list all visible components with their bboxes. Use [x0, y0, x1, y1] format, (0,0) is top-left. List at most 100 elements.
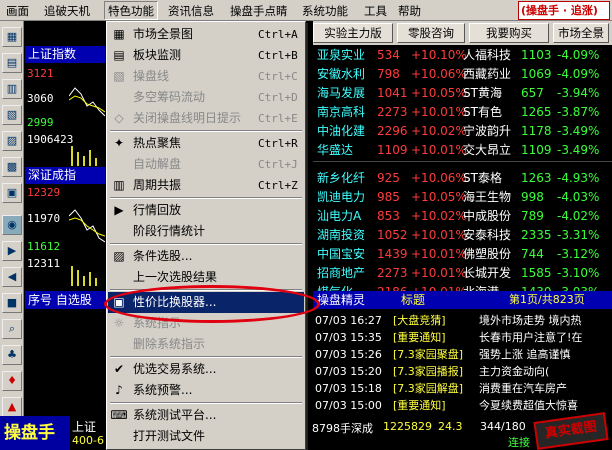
menu-item-shortcut: Ctrl+A: [258, 28, 298, 41]
chart-icon[interactable]: ▤: [2, 53, 22, 73]
main-force-button[interactable]: 实验主力版: [313, 23, 393, 43]
menu-features[interactable]: 特色功能: [104, 1, 158, 20]
menu-item[interactable]: ▦ 市场全景图 Ctrl+A: [108, 24, 304, 45]
menu-item[interactable]: ▤ 板块监测 Ctrl+B: [108, 45, 304, 66]
stock-price: 1439: [377, 247, 408, 261]
menu-item[interactable]: ▣ 性价比换股器...: [108, 292, 304, 313]
features-dropdown-menu: ▦ 市场全景图 Ctrl+A ▤ 板块监测 Ctrl+B ▧ 操盘线 Ctrl+C 多空筹码流动 C…: [106, 21, 306, 450]
table-row[interactable]: 湖南投资 1052 +10.01% 安泰科技 2335 -3.31%: [313, 226, 612, 244]
menu-item-label: 多空筹码流动: [133, 90, 206, 104]
zero-consult-button[interactable]: 零股咨询: [397, 23, 465, 43]
news-item[interactable]: 07/03 15:00 [重要通知] 今夏续费超值大惊喜: [313, 398, 612, 413]
market-button[interactable]: 市场全景: [553, 23, 609, 43]
bar-icon[interactable]: ▧: [2, 105, 22, 125]
play-icon[interactable]: ▶: [2, 241, 22, 261]
news-text: 境外市场走势 境内热: [479, 314, 582, 327]
circle-icon[interactable]: ◉: [2, 215, 22, 235]
alarm-icon[interactable]: ♦: [2, 371, 22, 391]
menu-item[interactable]: ✦ 热点聚焦 Ctrl+R: [108, 133, 304, 154]
menu-item-icon: ▧: [113, 69, 125, 83]
menu-item[interactable]: ♪ 系统预警...: [108, 380, 304, 401]
stock-name: 新乡化纤: [317, 171, 366, 185]
tree-icon[interactable]: ♣: [2, 345, 22, 365]
menu-item[interactable]: 打开测试文件: [108, 426, 304, 447]
table-row[interactable]: 招商地产 2273 +10.01% 长城开发 1585 -3.10%: [313, 264, 612, 282]
stock-name: ST黄海: [463, 86, 502, 100]
news-item[interactable]: 07/03 15:20 [7.3家园播报] 主力资金动向(: [313, 364, 612, 379]
menu-item-label: 系统指示: [133, 316, 182, 330]
news-item[interactable]: 07/03 16:27 [大盘竞猜] 境外市场走势 境内热: [313, 313, 612, 328]
connect-status[interactable]: 连接: [508, 434, 530, 450]
index-title-sh[interactable]: 上证指数: [25, 46, 105, 63]
buy-button[interactable]: 我要购买: [469, 23, 549, 43]
triangle-icon[interactable]: ▲: [2, 397, 22, 417]
table-row[interactable]: 亚泉实业 534 +10.10% 人福科技 1103 -4.09%: [313, 46, 612, 64]
menu-item: ▧ 操盘线 Ctrl+C: [108, 66, 304, 87]
table-row[interactable]: 安徽水利 798 +10.06% 西藏药业 1069 -4.09%: [313, 65, 612, 83]
table-row[interactable]: 汕电力A 853 +10.02% 中成股份 789 -4.02%: [313, 207, 612, 225]
volume-icon[interactable]: ▣: [2, 183, 22, 203]
stock-change: +10.10%: [411, 48, 467, 62]
stock-name: 亚泉实业: [317, 48, 366, 62]
menu-dianjing[interactable]: 操盘手点睛: [230, 3, 288, 19]
news-item[interactable]: 07/03 15:18 [7.3家园解盘] 消费重在汽车房产: [313, 381, 612, 396]
menu-screen[interactable]: 画面: [6, 3, 29, 19]
menu-item[interactable]: ▶ 行情回放: [108, 200, 304, 221]
table-row[interactable]: 南京高科 2273 +10.01% ST有色 1265 -3.87%: [313, 103, 612, 121]
stock-name: 佛塑股份: [463, 247, 512, 261]
stock-change: -4.02%: [557, 209, 600, 223]
news-item[interactable]: 07/03 15:26 [7.3家园聚盘] 强势上涨 追高谨慎: [313, 347, 612, 362]
menu-item[interactable]: ▨ 条件选股...: [108, 246, 304, 267]
table-row[interactable]: 中油化建 2296 +10.02% 宁波韵升 1178 -3.49%: [313, 122, 612, 140]
menu-system[interactable]: 系统功能: [302, 3, 348, 19]
table-row[interactable]: 中国宝安 1439 +10.01% 佛塑股份 744 -3.12%: [313, 245, 612, 263]
left-toolbar: ▦ ▤ ▥ ▧ ▨ ▩ ▣ ◉ ▶ ◀ ■ ⌕ ♣ ♦ ▲: [0, 21, 24, 421]
menu-item: ☼ 系统指示: [108, 313, 304, 334]
candle-icon[interactable]: ▥: [2, 79, 22, 99]
menu-item-label: 周期共振: [133, 178, 182, 192]
stop-icon[interactable]: ■: [2, 293, 22, 313]
table-row[interactable]: 凯迪电力 985 +10.05% 海王生物 998 -4.03%: [313, 188, 612, 206]
table-icon[interactable]: ▩: [2, 157, 22, 177]
stock-name: 湖南投资: [317, 228, 366, 242]
table-row[interactable]: 华盛达 1109 +10.01% 交大昂立 1109 -3.49%: [313, 141, 612, 159]
menu-item[interactable]: 上一次选股结果: [108, 267, 304, 288]
menu-news[interactable]: 资讯信息: [168, 3, 214, 19]
menu-tools[interactable]: 工具: [364, 3, 387, 19]
menu-item-label: 删除系统指示: [133, 337, 206, 351]
sprite-header: 操盘精灵 标题 第1页/共823页: [313, 291, 612, 309]
grid-icon[interactable]: ▦: [2, 27, 22, 47]
menu-item[interactable]: ▥ 周期共振 Ctrl+Z: [108, 175, 304, 196]
index-title-sz[interactable]: 深证成指: [25, 167, 105, 184]
index-value: 11612: [27, 240, 61, 253]
stock-name: ST有色: [463, 105, 502, 119]
stock-price: 1265: [521, 105, 552, 119]
stock-change: +10.06%: [411, 67, 467, 81]
search-icon[interactable]: ⌕: [2, 319, 22, 339]
sprite-title: 操盘精灵: [317, 293, 366, 307]
menu-item[interactable]: ⌨ 系统测试平台...: [108, 405, 304, 426]
menu-zhuipo[interactable]: 追破天机: [44, 3, 90, 19]
menu-item-shortcut: Ctrl+E: [258, 112, 298, 125]
news-tag: [7.3家园聚盘]: [393, 348, 464, 361]
menu-item-icon: ▶: [114, 203, 124, 217]
menu-item-label: 热点聚焦: [133, 136, 182, 150]
trend-icon[interactable]: ▨: [2, 131, 22, 151]
table-row[interactable]: 海马发展 1041 +10.05% ST黄海 657 -3.94%: [313, 84, 612, 102]
menu-separator: [110, 289, 302, 291]
news-item[interactable]: 07/03 15:35 [重要通知] 长春市用户注意了!在: [313, 330, 612, 345]
stock-change: +10.05%: [411, 86, 467, 100]
stock-change: -4.03%: [557, 190, 600, 204]
menu-item[interactable]: ✔ 优选交易系统...: [108, 359, 304, 380]
stock-name: 交大昂立: [463, 143, 512, 157]
back-icon[interactable]: ◀: [2, 267, 22, 287]
menu-item-icon: [110, 89, 128, 106]
menu-item[interactable]: 阶段行情统计: [108, 221, 304, 242]
stock-price: 789: [521, 209, 544, 223]
stock-price: 1109: [521, 143, 552, 157]
stock-price: 2296: [377, 124, 408, 138]
menu-item-icon: ✔: [113, 362, 125, 376]
table-row[interactable]: 新乡化纤 925 +10.06% ST泰格 1263 -4.93%: [313, 169, 612, 187]
menu-help[interactable]: 帮助: [398, 3, 421, 19]
stock-price: 1109: [377, 143, 408, 157]
